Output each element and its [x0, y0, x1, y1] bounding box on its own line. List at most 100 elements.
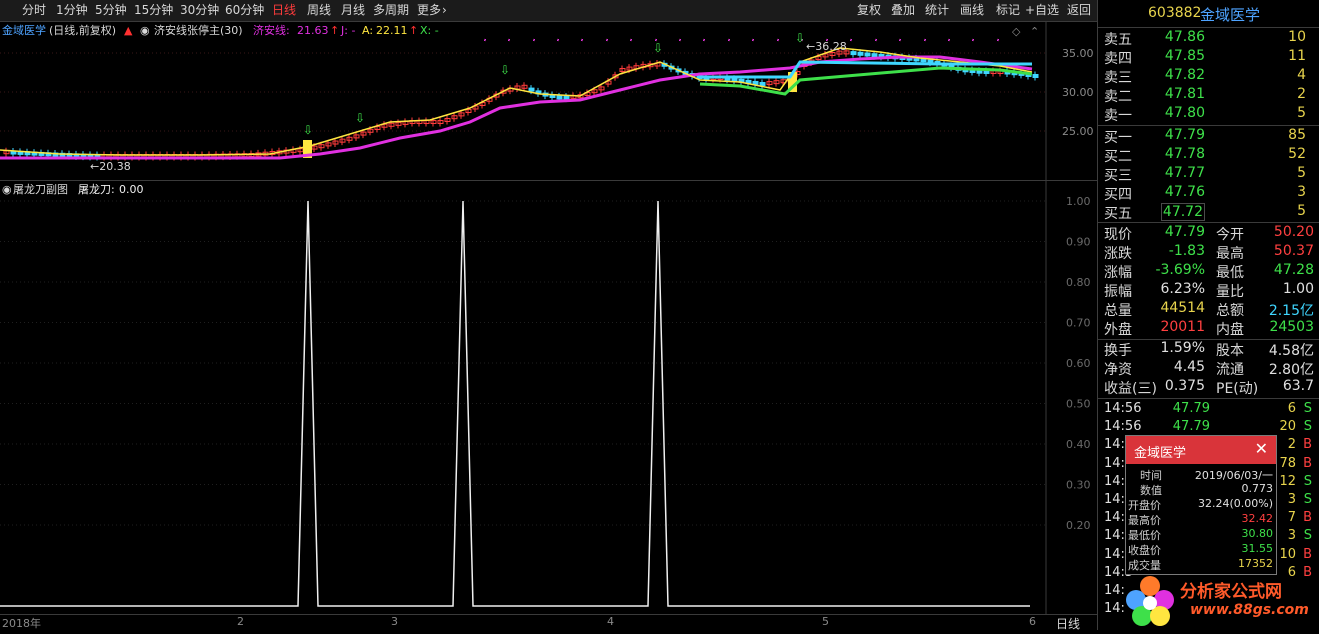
tulongdao-subchart[interactable]: 1.00 0.90 0.80 0.70 0.60 0.50 0.40 0.30 0.20 ◉ 屠…	[0, 181, 1097, 614]
tick-volume: 3	[1287, 492, 1296, 507]
ask-price[interactable]: 47.82	[1165, 67, 1205, 83]
overlay-button[interactable]: 叠加	[891, 3, 915, 18]
draw-line-button[interactable]: 画线	[960, 3, 984, 18]
buy-signal-arrow-icon: ⇩	[653, 41, 663, 55]
bid-price[interactable]: 47.77	[1165, 165, 1205, 181]
buy-signal-arrow-icon: ⇩	[355, 111, 365, 125]
subchart-canvas[interactable]: 1.00 0.90 0.80 0.70 0.60 0.50 0.40 0.30 0.20 ◉ 屠…	[0, 181, 1097, 614]
quote-label: 外盘	[1104, 322, 1132, 338]
add-watchlist-button[interactable]: +自选	[1025, 3, 1059, 18]
popup-row-value: 31.55	[1241, 542, 1274, 555]
tab-multi-period[interactable]: 多周期	[373, 3, 409, 18]
signal-dot	[849, 38, 853, 42]
stock-name[interactable]: 金域医学	[1200, 4, 1260, 25]
tick-side: S	[1303, 473, 1312, 489]
bid-volume: 5	[1297, 165, 1306, 181]
subchart-value-label: 屠龙刀:	[78, 183, 115, 196]
chevron-right-icon[interactable]: ›	[442, 3, 447, 18]
watermark-line2: www.88gs.com	[1190, 602, 1309, 618]
fundamental-value: 4.58亿	[1268, 343, 1314, 359]
signal-dot	[678, 38, 682, 42]
main-kline-chart[interactable]: ⇩ ⇩ ⇩ ⇩ ⇩ 金域医学 (日线,前复权) ▲ ◉ 济安线张停主(30) 济安线: …	[0, 22, 1097, 180]
quote-label: 现价	[1104, 227, 1132, 243]
popup-row-label: 最低价	[1128, 529, 1161, 542]
tick-price: 47.79	[1172, 401, 1210, 416]
ask-price[interactable]: 47.86	[1165, 29, 1205, 45]
tab-monthly[interactable]: 月线	[341, 3, 365, 18]
ask-level-label: 卖四	[1104, 51, 1132, 67]
tick-price: 47.79	[1172, 419, 1210, 435]
ask-price[interactable]: 47.81	[1165, 86, 1205, 102]
tick-side: B	[1303, 437, 1312, 453]
tab-daily[interactable]: 日线	[272, 3, 296, 18]
ask-price[interactable]: 47.80	[1165, 105, 1205, 121]
signal-dot	[898, 38, 902, 42]
bid-price[interactable]: 47.79	[1165, 127, 1205, 143]
signal-dot	[605, 38, 609, 42]
candle-body	[556, 95, 563, 100]
fundamental-label: 换手	[1104, 343, 1132, 359]
ask-price[interactable]: 47.85	[1165, 48, 1205, 64]
ask-level-label: 卖五	[1104, 32, 1132, 48]
tab-60min[interactable]: 60分钟	[225, 3, 264, 18]
tick-side: S	[1303, 528, 1312, 544]
bid-level-label: 买一	[1104, 130, 1132, 146]
date-axis-label: 3	[391, 615, 398, 628]
bid-level-label: 买五	[1104, 206, 1132, 222]
chevron-up-icon[interactable]: ⌃	[1030, 25, 1039, 38]
main-ytick: 35.00	[1062, 47, 1094, 60]
close-icon[interactable]: ✕	[1255, 439, 1268, 458]
mark-button[interactable]: 标记	[996, 3, 1020, 18]
quote-label: 量比	[1216, 284, 1244, 300]
quote-value: 20011	[1160, 319, 1205, 335]
tab-5min[interactable]: 5分钟	[95, 3, 127, 18]
tab-30min[interactable]: 30分钟	[180, 3, 219, 18]
kline-canvas[interactable]: ⇩⇩⇩⇩⇩ 金域医学 (日线,前复权) ▲ ◉ 济安线张停主(30) 济安线: …	[0, 22, 1097, 180]
date-axis: 2018年 2 3 4 5 6 日线	[0, 614, 1097, 632]
tulongdao-series-line	[0, 200, 1030, 607]
stats-button[interactable]: 统计	[925, 3, 949, 18]
candle-body	[1032, 74, 1039, 78]
bid-level-row: 买二 47.78 52	[1098, 146, 1319, 165]
back-button[interactable]: 返回	[1067, 3, 1091, 18]
popup-row: 收盘价 31.55	[1126, 542, 1276, 557]
subchart-settings-icon[interactable]: ◉	[2, 183, 12, 196]
tab-weekly[interactable]: 周线	[307, 3, 331, 18]
tab-fenshi[interactable]: 分时	[22, 3, 46, 18]
ask-level-row: 卖三 47.82 4	[1098, 67, 1319, 86]
bid-price[interactable]: 47.78	[1165, 146, 1205, 162]
popup-row-value: 32.42	[1241, 512, 1274, 525]
indicator-name[interactable]: 济安线张停主(30)	[154, 23, 243, 37]
bid-level-label: 买三	[1104, 168, 1132, 184]
indicator-settings-icon[interactable]: ◉	[140, 24, 150, 37]
bid-price[interactable]: 47.76	[1165, 184, 1205, 200]
tick-volume: 6	[1287, 401, 1296, 416]
data-tooltip-popup[interactable]: 金域医学 ✕ 时间 2019/06/03/一 数值 0.773 开盘价 32.24(0.0…	[1125, 435, 1277, 575]
ask-level-row: 卖五 47.86 10	[1098, 29, 1319, 48]
tab-1min[interactable]: 1分钟	[56, 3, 88, 18]
popup-row-label: 开盘价	[1128, 499, 1161, 512]
popup-row-value: 17352	[1238, 557, 1273, 570]
candle-body	[528, 87, 535, 92]
period-button[interactable]: 日线	[1056, 615, 1080, 632]
popup-row-label: 最高价	[1128, 514, 1161, 527]
tick-side: B	[1303, 546, 1312, 562]
x-label: X: -	[420, 24, 439, 37]
quote-value: -1.83	[1168, 243, 1205, 259]
buy-signal-arrow-icon: ⇩	[303, 123, 313, 137]
tick-side: S	[1303, 419, 1312, 435]
jian-line-value: 21.63	[297, 24, 329, 37]
j-label: J: -	[340, 24, 355, 37]
tab-15min[interactable]: 15分钟	[134, 3, 173, 18]
date-axis-label: 2018年	[2, 617, 41, 630]
candle-body	[563, 95, 570, 100]
fuquan-button[interactable]: 复权	[857, 3, 881, 18]
popup-row: 成交量 17352	[1126, 557, 1276, 572]
bid-price[interactable]: 47.72	[1160, 203, 1205, 221]
diamond-icon[interactable]: ◇	[1012, 25, 1021, 38]
tick-row[interactable]: 14:56 47.79 6 S	[1098, 401, 1319, 419]
candle-body	[759, 82, 766, 86]
tab-more[interactable]: 更多	[417, 3, 441, 18]
quote-row: 涨跌 -1.83 最高 50.37	[1098, 243, 1319, 262]
quote-header: 603882 金域医学	[1098, 0, 1319, 28]
